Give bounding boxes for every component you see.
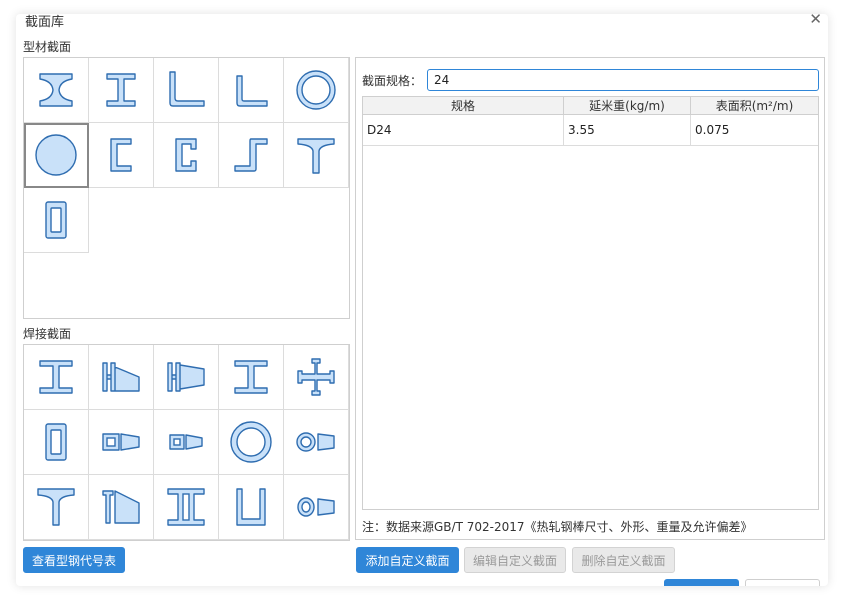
spec-input[interactable] <box>427 69 819 91</box>
tapered-h-icon <box>102 362 140 392</box>
cross-h-icon <box>297 358 335 396</box>
profile-section-item-channel[interactable] <box>89 123 154 188</box>
tapered-t-icon <box>102 490 140 524</box>
profile-section-item-round-bar[interactable] <box>24 123 89 188</box>
welded-section-item-welded-pipe[interactable] <box>219 410 284 475</box>
welded-h-icon <box>39 360 73 394</box>
welded-t-icon <box>37 488 75 526</box>
lipped-channel-icon <box>175 138 197 172</box>
u-section-icon <box>236 488 266 526</box>
tapered-h-horizontal-icon <box>167 362 205 392</box>
delete-custom-section-button[interactable]: 删除自定义截面 <box>572 547 675 573</box>
round-bar-icon <box>35 134 77 176</box>
table-header: 规格 延米重(kg/m) 表面积(m²/m) <box>363 97 818 115</box>
profile-section-item-z-section[interactable] <box>219 123 284 188</box>
welded-section-item-double-i[interactable] <box>154 475 219 540</box>
welded-pipe-icon <box>230 421 272 463</box>
pipe-icon <box>296 70 336 110</box>
cell-spec: D24 <box>363 115 564 145</box>
tapered-box-small-icon <box>169 434 203 450</box>
profile-section-item-lipped-channel[interactable] <box>154 123 219 188</box>
profile-section-grid <box>24 58 349 253</box>
welded-section-item-tapered-h-horizontal[interactable] <box>154 345 219 410</box>
dialog-title: 截面库 <box>25 15 65 30</box>
tapered-box-icon <box>102 433 140 451</box>
equal-angle-icon <box>236 75 268 107</box>
table-row[interactable]: D24 3.55 0.075 <box>363 115 818 146</box>
channel-icon <box>110 138 132 172</box>
welded-section-item-tapered-box-small[interactable] <box>154 410 219 475</box>
welded-section-item-tapered-h[interactable] <box>89 345 154 410</box>
t-section-icon <box>297 138 335 174</box>
welded-section-item-tapered-pipe[interactable] <box>284 410 349 475</box>
welded-section-item-welded-box[interactable] <box>24 410 89 475</box>
cell-weight: 3.55 <box>564 115 691 145</box>
profile-section-item-h-beam[interactable] <box>89 58 154 123</box>
z-section-icon <box>234 138 268 172</box>
tapered-pipe-small-icon <box>297 497 335 517</box>
cancel-button[interactable] <box>745 579 820 586</box>
section-detail-panel: 截面规格： 规格 延米重(kg/m) 表面积(m²/m) D24 3.55 0.… <box>355 57 825 540</box>
welded-section-item-tapered-t[interactable] <box>89 475 154 540</box>
profile-section-item-equal-angle[interactable] <box>219 58 284 123</box>
edit-custom-section-button[interactable]: 编辑自定义截面 <box>464 547 566 573</box>
unequal-angle-icon <box>169 71 205 107</box>
profile-section-item-t-section[interactable] <box>284 123 349 188</box>
data-source-note: 注：数据来源GB/T 702-2017《热轧钢棒尺寸、外形、重量及允许偏差》 <box>362 520 753 534</box>
welded-section-item-welded-h[interactable] <box>24 345 89 410</box>
tapered-pipe-icon <box>296 432 335 452</box>
welded-section-grid <box>24 345 349 540</box>
profile-section-item-pipe[interactable] <box>284 58 349 123</box>
welded-box-icon <box>45 423 67 461</box>
welded-section-item-u-section[interactable] <box>219 475 284 540</box>
profile-section-label: 型材截面 <box>23 40 72 54</box>
section-table: 规格 延米重(kg/m) 表面积(m²/m) D24 3.55 0.075 <box>362 96 819 510</box>
welded-section-item-tapered-box[interactable] <box>89 410 154 475</box>
view-codes-button[interactable]: 查看型钢代号表 <box>23 547 125 573</box>
rectangular-tube-icon <box>45 201 67 239</box>
add-custom-section-button[interactable]: 添加自定义截面 <box>356 547 459 573</box>
spec-label: 截面规格： <box>362 74 423 88</box>
column-header-weight[interactable]: 延米重(kg/m) <box>564 97 691 114</box>
profile-section-panel <box>23 57 350 319</box>
confirm-button[interactable] <box>664 579 739 586</box>
column-header-area[interactable]: 表面积(m²/m) <box>691 97 818 114</box>
profile-section-item-rectangular-tube[interactable] <box>24 188 89 253</box>
cell-area: 0.075 <box>695 123 730 137</box>
section-library-dialog: 截面库 ✕ 型材截面 焊接截面 截面规格： 规格 延米重(kg/m) 表面积(m… <box>16 14 828 586</box>
welded-section-panel <box>23 344 350 541</box>
welded-section-label: 焊接截面 <box>23 327 72 341</box>
welded-section-item-welded-t[interactable] <box>24 475 89 540</box>
h-beam-icon <box>106 73 136 107</box>
close-icon[interactable]: ✕ <box>809 14 822 28</box>
column-header-spec[interactable]: 规格 <box>363 97 564 114</box>
welded-section-item-tapered-pipe-small[interactable] <box>284 475 349 540</box>
double-i-icon <box>167 488 205 526</box>
profile-section-item-unequal-angle[interactable] <box>154 58 219 123</box>
i-beam-icon <box>39 73 73 107</box>
profile-section-item-i-beam[interactable] <box>24 58 89 123</box>
welded-i-icon <box>234 360 268 394</box>
welded-section-item-welded-i[interactable] <box>219 345 284 410</box>
welded-section-item-cross-h[interactable] <box>284 345 349 410</box>
